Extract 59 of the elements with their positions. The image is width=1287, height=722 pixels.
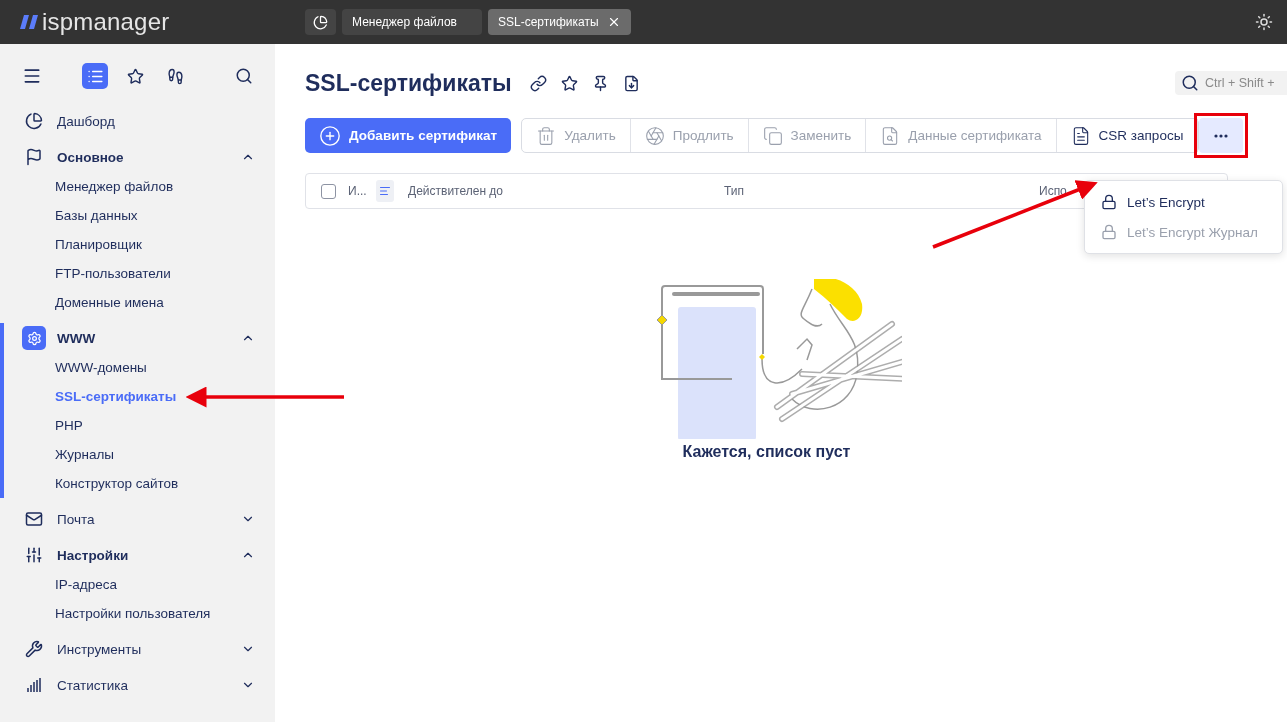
- page-title: SSL-сертификаты: [305, 69, 512, 97]
- sort-icon[interactable]: [379, 185, 391, 197]
- page-tab[interactable]: Менеджер файлов: [342, 9, 482, 35]
- logo-icon: [20, 15, 40, 29]
- nav-item[interactable]: IP-адреса: [4, 570, 275, 599]
- plus-icon: [319, 124, 341, 147]
- nav-item[interactable]: SSL-сертификаты: [4, 382, 275, 411]
- column-header[interactable]: Испо: [1039, 184, 1079, 198]
- nav-item[interactable]: WWW-домены: [4, 353, 275, 382]
- wrench-icon: [25, 640, 43, 658]
- star-icon[interactable]: [560, 74, 578, 92]
- nav-item[interactable]: FTP-пользователи: [4, 259, 275, 288]
- column-header[interactable]: Действителен до: [408, 184, 724, 198]
- lock-icon: [1101, 224, 1117, 240]
- nav-item[interactable]: Настройки пользователя: [4, 599, 275, 628]
- lock-icon: [1101, 194, 1117, 210]
- nav-item[interactable]: Журналы: [4, 440, 275, 469]
- add-certificate-button[interactable]: Добавить сертификат: [305, 118, 512, 153]
- ellipsis-icon: [1214, 133, 1229, 138]
- nav-group[interactable]: Инструменты: [4, 634, 275, 664]
- logo-text: ispmanager: [42, 8, 170, 36]
- toolbar-button[interactable]: CSR запросы: [1056, 119, 1199, 152]
- column-header[interactable]: Тип: [724, 184, 1039, 198]
- nav-item[interactable]: Базы данных: [4, 201, 275, 230]
- file-download-icon[interactable]: [622, 74, 640, 92]
- nav-group[interactable]: WWW: [4, 323, 275, 353]
- copy-icon: [762, 125, 783, 146]
- menu-item[interactable]: Let’s Encrypt: [1085, 187, 1282, 217]
- sliders-icon: [25, 546, 43, 564]
- list-icon[interactable]: [82, 63, 108, 89]
- nav-item[interactable]: Планировщик: [4, 230, 275, 259]
- link-icon[interactable]: [529, 74, 547, 92]
- nav-item[interactable]: PHP: [4, 411, 275, 440]
- nav-link[interactable]: Дашборд: [4, 106, 275, 136]
- sun-icon[interactable]: [1255, 13, 1273, 31]
- bar-chart-icon: [26, 677, 42, 693]
- menu-icon[interactable]: [22, 66, 42, 86]
- search-icon: [1181, 74, 1199, 92]
- nav-item[interactable]: Менеджер файлов: [4, 172, 275, 201]
- gear-icon: [26, 330, 42, 346]
- nav-group[interactable]: Основное: [4, 142, 275, 172]
- envelope-icon: [25, 510, 43, 528]
- nav-group[interactable]: Статистика: [4, 670, 275, 700]
- search-field[interactable]: Ctrl + Shift +: [1175, 71, 1287, 95]
- trash-icon: [536, 125, 557, 146]
- dashboard-tab[interactable]: [305, 9, 336, 35]
- nav-item[interactable]: Доменные имена: [4, 288, 275, 317]
- page-tab[interactable]: SSL-сертификаты: [488, 9, 631, 35]
- flag-icon: [25, 148, 43, 166]
- nav-group[interactable]: Почта: [4, 504, 275, 534]
- column-header[interactable]: И...: [348, 184, 376, 198]
- aperture-icon: [644, 125, 665, 146]
- empty-message: Кажется, список пуст: [682, 443, 851, 461]
- pie-chart-icon: [25, 112, 43, 130]
- search-icon[interactable]: [235, 67, 253, 85]
- nav-item[interactable]: Конструктор сайтов: [4, 469, 275, 498]
- nav-group[interactable]: Настройки: [4, 540, 275, 570]
- checkbox[interactable]: [321, 183, 336, 199]
- pie-chart-icon: [313, 14, 328, 30]
